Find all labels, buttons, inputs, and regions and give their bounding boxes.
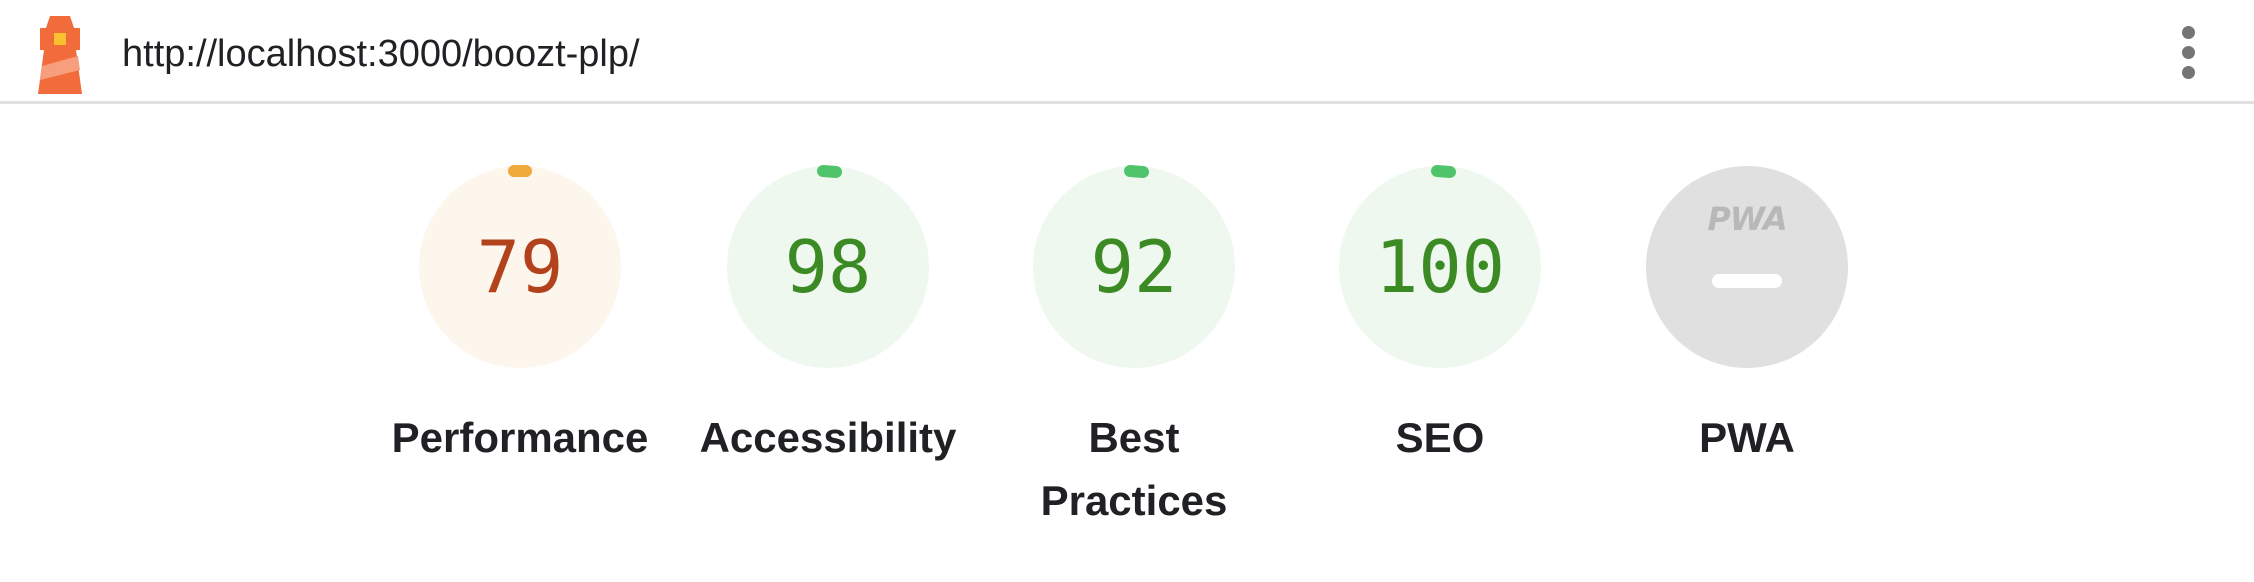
score-value: 92 bbox=[1090, 225, 1178, 309]
gauge-seo[interactable]: 100 SEO bbox=[1285, 164, 1595, 469]
score-value: 100 bbox=[1374, 225, 1506, 309]
score-value: 79 bbox=[476, 225, 564, 309]
report-header: http://localhost:3000/boozt-plp/ bbox=[0, 0, 2254, 104]
not-applicable-dash-icon bbox=[1712, 274, 1782, 288]
category-label: Best Practices bbox=[1040, 414, 1228, 524]
category-label: SEO bbox=[1395, 414, 1485, 461]
category-label: PWA bbox=[1699, 414, 1795, 461]
category-label: Performance bbox=[391, 414, 649, 461]
score-value: 98 bbox=[784, 225, 872, 309]
pwa-badge-text: PWA bbox=[1707, 200, 1787, 238]
lighthouse-icon bbox=[38, 16, 82, 94]
more-vert-icon[interactable] bbox=[2176, 26, 2200, 86]
pwa-badge-icon bbox=[1646, 166, 1848, 368]
gauge-pwa[interactable]: PWA PWA bbox=[1592, 164, 1902, 469]
category-label: Accessibility bbox=[699, 414, 957, 461]
page-url: http://localhost:3000/boozt-plp/ bbox=[122, 33, 640, 75]
score-gauges: 79 Performance 98 Accessibility 92 Best … bbox=[0, 104, 2254, 582]
gauge-accessibility[interactable]: 98 Accessibility bbox=[673, 164, 983, 469]
gauge-performance[interactable]: 79 Performance bbox=[365, 164, 675, 469]
gauge-best-practices[interactable]: 92 Best Practices bbox=[979, 164, 1289, 532]
